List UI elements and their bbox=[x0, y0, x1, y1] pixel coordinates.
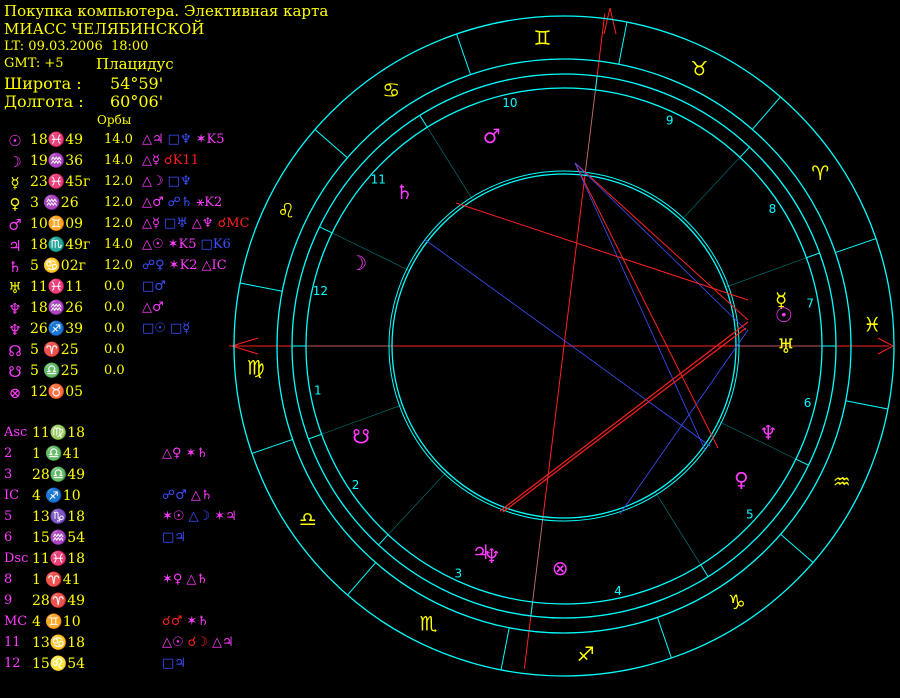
sign-divider bbox=[845, 400, 889, 410]
house-cusp-tick bbox=[308, 433, 322, 440]
zodiac-glyph: ♐ bbox=[577, 642, 595, 666]
aspect-line bbox=[574, 162, 706, 451]
house-cusp-tick bbox=[700, 564, 709, 577]
house-cusp-line bbox=[532, 516, 544, 603]
house-number: 12 bbox=[313, 284, 328, 298]
zodiac-glyph: ♎ bbox=[299, 507, 317, 531]
sign-divider bbox=[347, 562, 377, 596]
house-cusp-line bbox=[681, 157, 741, 221]
house-cusp-tick bbox=[594, 75, 598, 90]
zodiac-glyph: ♏ bbox=[420, 612, 438, 636]
sign-divider bbox=[314, 129, 348, 159]
zodiac-glyph: ♊ bbox=[533, 26, 551, 50]
sign-divider bbox=[500, 627, 510, 671]
mc-arrow-icon bbox=[603, 7, 617, 35]
house-number: 11 bbox=[371, 173, 386, 187]
aspect-line bbox=[423, 238, 711, 447]
house-cusp-line bbox=[427, 127, 474, 201]
planet-glyph: ☉ bbox=[775, 303, 793, 327]
aspect-line bbox=[499, 321, 749, 512]
planet-glyph: ♂ bbox=[483, 124, 501, 148]
house-number: 3 bbox=[455, 567, 463, 581]
planet-glyph: ♃ bbox=[472, 540, 490, 564]
planet-glyph: ♅ bbox=[777, 334, 795, 358]
chart-wheel: ♈♉♊♋♌♍♎♏♐♑♒♓123456789101112☽♄♂☿☉♅♆♀⊗♆♃☋ bbox=[229, 7, 895, 677]
zodiac-glyph: ♑ bbox=[728, 590, 746, 614]
sign-divider bbox=[780, 533, 814, 563]
house-cusp-line bbox=[718, 421, 797, 460]
sign-divider bbox=[835, 238, 877, 254]
sign-divider bbox=[618, 21, 628, 65]
zodiac-glyph: ♋ bbox=[382, 78, 400, 102]
planet-glyph: ⊗ bbox=[552, 556, 569, 580]
house-number: 1 bbox=[314, 383, 322, 397]
planet-glyph: ☋ bbox=[352, 424, 370, 448]
zodiac-glyph: ♌ bbox=[277, 199, 295, 223]
house-cusp-line bbox=[387, 471, 447, 535]
house-number: 4 bbox=[614, 584, 622, 598]
aspect-line bbox=[574, 162, 747, 331]
house-cusp-tick bbox=[319, 226, 333, 234]
house-cusp-line bbox=[331, 232, 410, 271]
aspect-line bbox=[502, 327, 747, 513]
planet-glyph: ☽ bbox=[349, 251, 367, 275]
house-number: 2 bbox=[352, 478, 360, 492]
house-cusp-tick bbox=[806, 252, 820, 259]
house-number: 5 bbox=[746, 507, 754, 521]
house-number: 7 bbox=[806, 297, 814, 311]
house-number: 10 bbox=[502, 96, 517, 110]
house-number: 8 bbox=[769, 202, 777, 216]
house-cusp-line bbox=[725, 257, 807, 288]
house-cusp-tick bbox=[378, 534, 389, 546]
zodiac-glyph: ♍ bbox=[247, 356, 265, 380]
sign-divider bbox=[751, 96, 781, 130]
planet-glyph: ♀ bbox=[734, 468, 749, 492]
house-cusp-tick bbox=[739, 146, 750, 158]
planet-glyph: ♄ bbox=[395, 180, 413, 204]
sign-divider bbox=[456, 33, 472, 75]
house-cusp-tick bbox=[419, 115, 428, 128]
aspect-line bbox=[619, 329, 749, 515]
planet-glyph: ♆ bbox=[759, 421, 777, 445]
house-number: 6 bbox=[804, 396, 812, 410]
sign-divider bbox=[251, 438, 293, 454]
aspect-line bbox=[574, 162, 749, 321]
zodiac-glyph: ♒ bbox=[833, 469, 851, 493]
house-cusp-tick bbox=[795, 458, 809, 466]
aspect-line bbox=[574, 162, 719, 449]
zodiac-glyph: ♓ bbox=[863, 312, 881, 336]
sign-divider bbox=[239, 282, 283, 292]
sign-divider bbox=[656, 617, 672, 659]
house-cusp-line bbox=[654, 491, 701, 565]
zodiac-glyph: ♈ bbox=[811, 161, 829, 185]
zodiac-glyph: ♉ bbox=[690, 56, 708, 80]
house-number: 9 bbox=[666, 113, 674, 127]
house-cusp-tick bbox=[530, 602, 534, 617]
house-cusp-line bbox=[584, 89, 596, 176]
